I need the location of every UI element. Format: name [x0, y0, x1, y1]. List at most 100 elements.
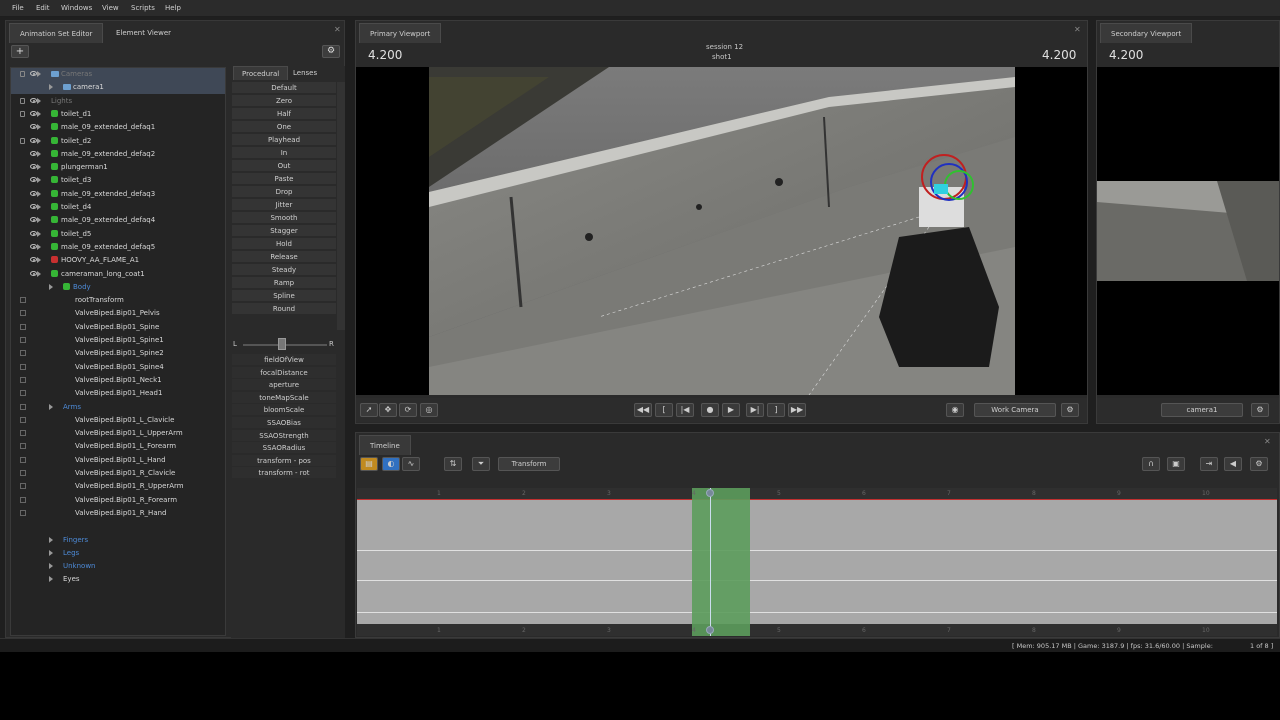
expand-triangle-icon[interactable]: [37, 164, 41, 171]
tab-secondary-viewport[interactable]: Secondary Viewport: [1100, 23, 1193, 43]
checkbox-icon[interactable]: [20, 509, 26, 516]
gear-icon[interactable]: ⚙: [1251, 403, 1269, 417]
camera-property[interactable]: bloomScale: [232, 404, 336, 417]
tree-row[interactable]: male_09_extended_defaq5: [11, 241, 225, 254]
checkbox-icon[interactable]: [20, 310, 26, 317]
tree-row[interactable]: HOOVY_AA_FLAME_A1: [11, 254, 225, 267]
close-icon[interactable]: ✕: [334, 25, 341, 34]
camera-property[interactable]: SSAOStrength: [232, 429, 336, 442]
tree-row[interactable]: ValveBiped.Bip01_R_Hand: [11, 507, 225, 520]
tree-row[interactable]: ValveBiped.Bip01_Spine1: [11, 334, 225, 347]
motion-editor-icon[interactable]: ◐: [382, 457, 400, 471]
tree-row[interactable]: male_09_extended_defaq2: [11, 148, 225, 161]
eye-icon[interactable]: [30, 243, 37, 249]
tree-row[interactable]: ValveBiped.Bip01_Spine4: [11, 361, 225, 374]
tree-row[interactable]: Unknown: [11, 560, 225, 573]
rewind-icon[interactable]: ◀◀: [634, 403, 652, 417]
camera-settings-icon[interactable]: ◉: [946, 403, 964, 417]
procedural-button[interactable]: Paste: [232, 173, 336, 185]
playhead-line[interactable]: [710, 488, 711, 636]
menu-file[interactable]: File: [12, 4, 24, 12]
expand-triangle-icon[interactable]: [37, 97, 41, 104]
checkbox-icon[interactable]: [20, 416, 26, 423]
menu-edit[interactable]: Edit: [36, 4, 50, 12]
procedural-button[interactable]: Jitter: [232, 199, 336, 211]
speaker-icon[interactable]: ◀: [1224, 457, 1242, 471]
expand-triangle-icon[interactable]: [49, 536, 53, 543]
checkbox-icon[interactable]: [20, 470, 26, 476]
playhead-handle-top[interactable]: [706, 489, 714, 497]
playhead-handle-bottom[interactable]: [706, 626, 714, 634]
procedural-button[interactable]: Half: [232, 108, 336, 120]
checkbox-icon[interactable]: [20, 403, 26, 410]
rotate-tool-icon[interactable]: ⟳: [399, 403, 417, 417]
camera-property[interactable]: SSAORadius: [232, 442, 336, 455]
tree-row[interactable]: ValveBiped.Bip01_R_Clavicle: [11, 467, 225, 480]
checkbox-icon[interactable]: [20, 376, 26, 383]
expand-triangle-icon[interactable]: [37, 190, 41, 197]
eye-icon[interactable]: [30, 124, 37, 130]
eye-icon[interactable]: [30, 164, 37, 170]
eye-icon[interactable]: [30, 137, 37, 143]
tree-row[interactable]: ValveBiped.Bip01_L_Hand: [11, 454, 225, 467]
tree-row[interactable]: ValveBiped.Bip01_Pelvis: [11, 307, 225, 320]
tree-row[interactable]: ValveBiped.Bip01_Neck1: [11, 374, 225, 387]
checkbox-icon[interactable]: [20, 297, 26, 304]
tree-row[interactable]: camera1: [11, 81, 225, 95]
checkbox-icon[interactable]: [20, 363, 26, 370]
gear-icon[interactable]: ⚙: [322, 45, 340, 58]
timeline-ruler-bottom[interactable]: [357, 624, 1277, 636]
tree-row[interactable]: ValveBiped.Bip01_Spine2: [11, 347, 225, 360]
tree-row[interactable]: toilet_d2: [11, 135, 225, 148]
close-icon[interactable]: ✕: [1074, 25, 1081, 34]
eye-icon[interactable]: [30, 217, 37, 223]
next-key-icon[interactable]: ]: [767, 403, 785, 417]
tree-row[interactable]: toilet_d3: [11, 174, 225, 187]
tab-element-viewer[interactable]: Element Viewer: [106, 23, 181, 43]
procedural-button[interactable]: Hold: [232, 238, 336, 250]
clip-editor-icon[interactable]: ▤: [360, 457, 378, 471]
procedural-button[interactable]: Ramp: [232, 277, 336, 289]
prev-frame-icon[interactable]: |◀: [676, 403, 694, 417]
move-tool-icon[interactable]: ✥: [379, 403, 397, 417]
tree-row[interactable]: ValveBiped.Bip01_Head1: [11, 387, 225, 400]
expand-triangle-icon[interactable]: [37, 270, 41, 277]
next-frame-icon[interactable]: ▶|: [746, 403, 764, 417]
expand-triangle-icon[interactable]: [37, 177, 41, 184]
tab-animation-set-editor[interactable]: Animation Set Editor: [9, 23, 104, 43]
procedural-button[interactable]: Out: [232, 160, 336, 172]
tree-row[interactable]: male_09_extended_defaq3: [11, 188, 225, 201]
tree-row[interactable]: Lights: [11, 95, 225, 108]
expand-triangle-icon[interactable]: [37, 124, 41, 131]
tab-lenses[interactable]: Lenses: [287, 66, 323, 80]
tree-row[interactable]: Body: [11, 281, 225, 294]
lr-slider-handle[interactable]: [278, 338, 286, 350]
tree-row[interactable]: ValveBiped.Bip01_Spine: [11, 321, 225, 334]
tab-primary-viewport[interactable]: Primary Viewport: [359, 23, 442, 43]
expand-triangle-icon[interactable]: [37, 71, 41, 77]
eye-icon[interactable]: [30, 110, 37, 116]
tree-row[interactable]: toilet_d5: [11, 228, 225, 241]
expand-triangle-icon[interactable]: [37, 217, 41, 224]
tree-row[interactable]: [11, 520, 225, 533]
camera-property[interactable]: toneMapScale: [232, 391, 336, 404]
procedural-button[interactable]: In: [232, 147, 336, 159]
lock-icon[interactable]: [20, 110, 25, 117]
tree-row[interactable]: rootTransform: [11, 294, 225, 307]
tree-row[interactable]: male_09_extended_defaq4: [11, 214, 225, 227]
checkbox-icon[interactable]: [20, 496, 26, 503]
camera-property[interactable]: focalDistance: [232, 366, 336, 379]
expand-triangle-icon[interactable]: [37, 243, 41, 250]
eye-icon[interactable]: [30, 257, 37, 263]
key-filter-icon[interactable]: ⇅: [444, 457, 462, 471]
lock-icon[interactable]: ▣: [1167, 457, 1185, 471]
tree-row[interactable]: toilet_d4: [11, 201, 225, 214]
tab-timeline[interactable]: Timeline: [359, 435, 411, 455]
expand-triangle-icon[interactable]: [37, 137, 41, 144]
primary-viewport-render[interactable]: [429, 67, 1015, 395]
lock-icon[interactable]: [20, 71, 25, 77]
expand-triangle-icon[interactable]: [37, 110, 41, 117]
expand-triangle-icon[interactable]: [37, 150, 41, 157]
tree-row[interactable]: Cameras: [11, 68, 225, 81]
lock-icon[interactable]: [20, 97, 25, 104]
